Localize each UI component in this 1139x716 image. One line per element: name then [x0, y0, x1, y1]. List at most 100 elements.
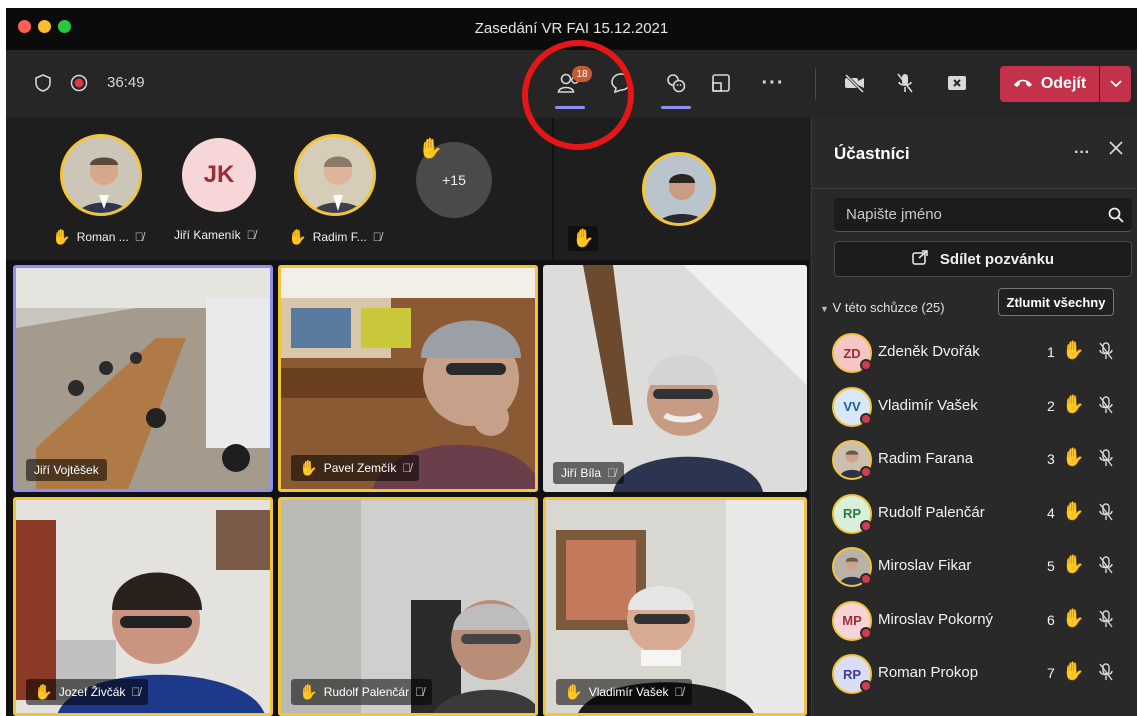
participant-name: Zdeněk Dvořák [878, 343, 980, 360]
strip-name-label: ✋ Radim F... 🎙̸ [288, 229, 382, 246]
video-tile[interactable]: ✋ Pavel Zemčík 🎙̸ [278, 265, 538, 492]
raised-hand-icon: ✋ [1062, 447, 1085, 467]
raised-hand-order: 3 [1047, 451, 1055, 467]
recording-icon [64, 68, 94, 98]
mic-off-icon: 🎙̸ [134, 230, 144, 244]
participant-strip: ✋ Roman ... 🎙̸ JK Jiří Kameník 🎙̸ ✋ Radi… [6, 118, 552, 260]
mic-off-icon[interactable] [890, 68, 920, 98]
participant-row[interactable]: Miroslav Fikar 5 ✋ [812, 540, 1137, 592]
presence-status-icon [860, 519, 872, 532]
reactions-icon[interactable] [661, 68, 691, 98]
raised-hand-icon: ✋ [1062, 393, 1085, 414]
tile-name-label: Jiří Vojtěšek [26, 459, 107, 481]
participant-name: Roman Prokop [878, 664, 979, 681]
avatar[interactable]: JK [182, 138, 256, 212]
mic-off-icon[interactable] [1098, 609, 1114, 633]
raised-hand-icon: ✋ [299, 684, 318, 701]
participant-row[interactable]: MP Miroslav Pokorný 6 ✋ [812, 594, 1137, 646]
meeting-timer: 36:49 [107, 74, 145, 91]
participant-name: Vladimír Vašek [878, 396, 978, 414]
panel-divider [812, 188, 1137, 189]
participant-name: Miroslav Pokorný [878, 610, 994, 628]
leave-options-chevron-down-icon[interactable] [1100, 66, 1131, 102]
mic-off-icon: 🎙̸ [607, 466, 617, 480]
panel-more-options-icon[interactable]: ··· [1074, 144, 1090, 162]
presence-status-icon [860, 412, 872, 425]
mic-off-icon: 🎙̸ [402, 461, 412, 475]
participant-row[interactable]: RP Rudolf Palenčár 4 ✋ [812, 487, 1137, 539]
mic-off-icon: 🎙̸ [674, 685, 684, 699]
search-icon[interactable] [1108, 207, 1124, 228]
raised-hand-icon: ✋ [564, 684, 583, 701]
camera-off-icon[interactable] [840, 68, 870, 98]
more-options-icon[interactable]: ··· [758, 68, 788, 98]
video-tile[interactable]: Jiří Vojtěšek [13, 265, 273, 492]
strip-name-label: Jiří Kameník 🎙̸ [174, 228, 256, 242]
mic-off-icon: 🎙̸ [415, 685, 425, 699]
leave-label: Odejít [1040, 75, 1087, 92]
raised-hand-order: 5 [1047, 558, 1055, 574]
mic-off-icon: 🎙̸ [246, 228, 256, 242]
raised-hand-order: 1 [1047, 344, 1055, 360]
raised-hand-icon: ✋ [1062, 500, 1085, 521]
window-title: Zasedání VR FAI 15.12.2021 [474, 20, 669, 37]
presence-status-icon [860, 573, 872, 585]
reactions-active-indicator [661, 106, 691, 109]
tile-name-label: ✋ Jozef Živčák 🎙̸ [26, 679, 149, 705]
raised-hand-icon: ✋ [1062, 661, 1085, 681]
participant-row[interactable]: RP Roman Prokop 7 ✋ [812, 647, 1137, 699]
avatar[interactable] [60, 134, 142, 216]
search-input[interactable]: Napište jméno [834, 198, 1132, 232]
share-invite-button[interactable]: Sdílet pozvánku [834, 241, 1132, 277]
mic-off-icon[interactable] [1098, 556, 1114, 579]
participant-name: Rudolf Palenčár [878, 503, 985, 521]
tile-name-label: Jiří Bíla 🎙̸ [553, 462, 625, 484]
mic-off-icon: 🎙̸ [372, 230, 382, 244]
mic-off-icon[interactable] [1098, 449, 1114, 472]
tile-name-label: ✋ Pavel Zemčík 🎙̸ [291, 455, 420, 481]
share-invite-label: Sdílet pozvánku [939, 250, 1055, 268]
raised-hand-icon: ✋ [299, 460, 318, 477]
avatar[interactable] [642, 152, 716, 226]
raised-hand-icon: ✋ [568, 226, 599, 251]
toolbar-divider [815, 68, 816, 100]
mic-off-icon[interactable] [1098, 395, 1114, 419]
mute-all-button[interactable]: Ztlumit všechny [998, 288, 1114, 316]
avatar[interactable] [294, 134, 376, 216]
presence-status-icon [860, 680, 872, 692]
participant-row[interactable]: VV Vladimír Vašek 2 ✋ [812, 380, 1137, 432]
participant-row[interactable]: ZD Zdeněk Dvořák 1 ✋ [812, 326, 1137, 378]
raised-hand-icon: ✋ [288, 229, 307, 246]
mic-off-icon[interactable] [1098, 502, 1114, 526]
participant-name: Miroslav Fikar [878, 557, 972, 574]
raised-hand-order: 6 [1047, 611, 1055, 628]
video-stage: ✋ Roman ... 🎙̸ JK Jiří Kameník 🎙̸ ✋ Radi… [6, 118, 809, 716]
share-icon [912, 249, 930, 269]
chevron-down-icon: ▼ [820, 304, 829, 314]
video-tile[interactable]: ✋ Jozef Živčák 🎙̸ [13, 497, 273, 716]
presence-status-icon [860, 359, 872, 371]
participant-row[interactable]: Radim Farana 3 ✋ [812, 433, 1137, 485]
video-tile[interactable]: ✋ Rudolf Palenčár 🎙̸ [278, 497, 538, 716]
rooms-icon[interactable] [706, 68, 736, 98]
participants-panel: Účastníci ··· Napište jméno Sdílet pozvá… [811, 118, 1137, 716]
participant-name: Radim Farana [878, 450, 974, 467]
hang-up-icon [1013, 75, 1033, 93]
raised-hand-order: 4 [1047, 504, 1055, 521]
video-tile[interactable]: ✋ Vladimír Vašek 🎙̸ [543, 497, 807, 716]
mic-off-icon: 🎙̸ [131, 685, 141, 699]
raised-hand-order: 2 [1047, 397, 1055, 414]
mic-off-icon[interactable] [1098, 342, 1114, 365]
section-header[interactable]: ▼ V této schůzce (25) [820, 300, 945, 315]
raised-hand-icon: ✋ [1062, 554, 1085, 574]
mic-off-icon[interactable] [1098, 663, 1114, 686]
tile-name-label: ✋ Rudolf Palenčár 🎙̸ [291, 679, 433, 705]
leave-button[interactable]: Odejít [1000, 66, 1099, 102]
video-tile[interactable]: Jiří Bíla 🎙̸ [543, 265, 807, 492]
shield-icon[interactable] [28, 68, 58, 98]
presence-status-icon [860, 466, 872, 478]
close-panel-icon[interactable] [1108, 140, 1124, 161]
raised-hand-icon: ✋ [1062, 607, 1085, 628]
stop-share-icon[interactable] [942, 68, 972, 98]
presence-status-icon [860, 626, 872, 639]
